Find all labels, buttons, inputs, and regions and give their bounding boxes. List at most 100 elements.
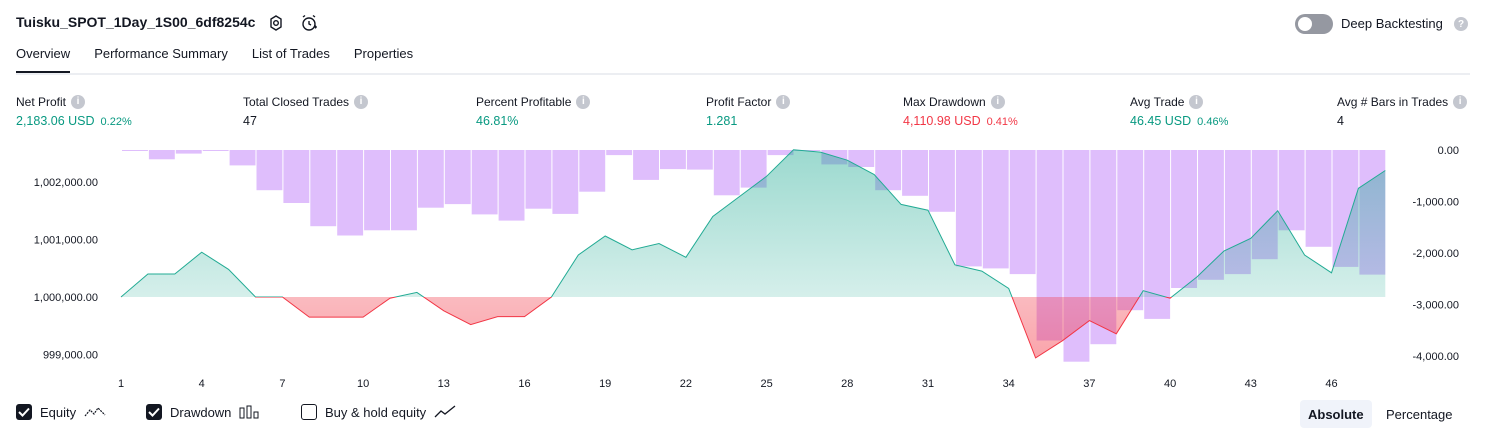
metric-label: Total Closed Trades bbox=[243, 94, 350, 109]
legend-equity[interactable]: Equity bbox=[16, 404, 106, 420]
drawdown-bar bbox=[364, 150, 390, 231]
drawdown-bar bbox=[202, 150, 229, 151]
x-axis-label: 46 bbox=[1325, 378, 1337, 390]
metric-profit-factor: Profit Factor i 1.281 bbox=[706, 94, 791, 128]
drawdown-bar bbox=[902, 150, 928, 196]
legend-buy-hold[interactable]: Buy & hold equity bbox=[301, 404, 456, 420]
y-axis-right-label: -1,000.00 bbox=[1413, 197, 1459, 209]
y-axis-right-label: -3,000.00 bbox=[1413, 300, 1459, 312]
x-axis-label: 1 bbox=[118, 378, 124, 390]
buy-hold-line-icon bbox=[434, 405, 456, 418]
metric-label: Profit Factor bbox=[706, 94, 772, 109]
drawdown-bar bbox=[444, 150, 471, 205]
drawdown-bar bbox=[606, 150, 633, 156]
metric-net-profit: Net Profit i 2,183.06 USD 0.22% bbox=[16, 94, 132, 128]
deep-backtesting-toggle[interactable] bbox=[1295, 14, 1333, 34]
buy-hold-checkbox[interactable] bbox=[301, 404, 317, 420]
equity-checkbox[interactable] bbox=[16, 404, 32, 420]
y-axis-left-label: 1,002,000.00 bbox=[34, 177, 98, 189]
drawdown-bar bbox=[660, 150, 686, 170]
metric-value: 4 bbox=[1337, 114, 1344, 128]
metric-value: 47 bbox=[243, 114, 257, 128]
drawdown-bar bbox=[1009, 150, 1036, 275]
x-axis-label: 19 bbox=[599, 378, 611, 390]
metric-percent-profitable: Percent Profitable i 46.81% bbox=[476, 94, 591, 128]
drawdown-checkbox[interactable] bbox=[146, 404, 162, 420]
x-axis-label: 7 bbox=[279, 378, 285, 390]
drawdown-bar bbox=[229, 150, 256, 166]
x-axis-label: 43 bbox=[1245, 378, 1257, 390]
metric-percent: 0.46% bbox=[1197, 116, 1229, 128]
metric-label: Avg # Bars in Trades bbox=[1337, 94, 1449, 109]
drawdown-bar bbox=[256, 150, 283, 191]
metric-max-drawdown: Max Drawdown i 4,110.98 USD 0.41% bbox=[903, 94, 1018, 128]
drawdown-bar bbox=[686, 150, 713, 170]
tab-overview[interactable]: Overview bbox=[16, 46, 71, 74]
x-axis-label: 22 bbox=[680, 378, 692, 390]
x-axis-label: 31 bbox=[922, 378, 934, 390]
tab-properties[interactable]: Properties bbox=[354, 46, 413, 74]
y-axis-left-label: 999,000.00 bbox=[43, 350, 98, 362]
help-icon[interactable]: ? bbox=[1454, 17, 1468, 31]
metric-value: 46.45 USD bbox=[1130, 114, 1192, 128]
x-axis-label: 28 bbox=[841, 378, 853, 390]
drawdown-bars-icon bbox=[239, 405, 259, 419]
x-axis-label: 37 bbox=[1083, 378, 1095, 390]
drawdown-bar bbox=[579, 150, 606, 192]
info-icon[interactable]: i bbox=[576, 94, 591, 109]
x-axis-label: 25 bbox=[760, 378, 772, 390]
strategy-title: Tuisku_SPOT_1Day_1S00_6df8254c bbox=[16, 14, 256, 30]
drawdown-bar bbox=[471, 150, 498, 215]
drawdown-bar bbox=[713, 150, 740, 196]
tab-bar: Overview Performance Summary List of Tra… bbox=[16, 46, 413, 74]
tab-list-of-trades[interactable]: List of Trades bbox=[252, 46, 330, 74]
drawdown-bar bbox=[122, 150, 148, 151]
metric-value: 46.81% bbox=[476, 114, 519, 128]
info-icon[interactable]: i bbox=[1453, 94, 1468, 109]
metric-label: Net Profit bbox=[16, 94, 67, 109]
legend-drawdown[interactable]: Drawdown bbox=[146, 404, 259, 420]
alert-clock-icon[interactable] bbox=[299, 13, 319, 33]
metric-percent: 0.41% bbox=[986, 116, 1018, 128]
x-axis-label: 10 bbox=[357, 378, 369, 390]
equity-label: Equity bbox=[40, 404, 77, 420]
drawdown-bar bbox=[1305, 150, 1332, 247]
x-axis-label: 13 bbox=[438, 378, 450, 390]
metric-label: Max Drawdown bbox=[903, 94, 986, 109]
info-icon[interactable]: i bbox=[1189, 94, 1204, 109]
drawdown-bar bbox=[525, 150, 552, 209]
x-axis-label: 40 bbox=[1164, 378, 1176, 390]
info-icon[interactable]: i bbox=[71, 94, 86, 109]
metric-value: 1.281 bbox=[706, 114, 738, 128]
metric-value: 4,110.98 USD bbox=[903, 114, 981, 128]
metric-total-closed-trades: Total Closed Trades i 47 bbox=[243, 94, 369, 128]
equity-line-icon bbox=[84, 407, 106, 417]
absolute-button[interactable]: Absolute bbox=[1300, 400, 1372, 428]
metric-avg-bars-in-trades: Avg # Bars in Trades i 4 bbox=[1337, 94, 1468, 128]
drawdown-bar bbox=[1171, 150, 1197, 288]
info-icon[interactable]: i bbox=[990, 94, 1005, 109]
info-icon[interactable]: i bbox=[776, 94, 791, 109]
y-axis-left-label: 1,000,000.00 bbox=[34, 292, 98, 304]
drawdown-bar bbox=[552, 150, 579, 214]
tab-performance-summary[interactable]: Performance Summary bbox=[94, 46, 228, 74]
y-axis-right-label: -2,000.00 bbox=[1413, 248, 1459, 260]
drawdown-bar bbox=[175, 150, 202, 154]
x-axis-label: 16 bbox=[518, 378, 530, 390]
info-icon[interactable]: i bbox=[354, 94, 369, 109]
equity-drawdown-chart: 1,002,000.00 1,001,000.00 1,000,000.00 999,… bbox=[34, 145, 1459, 390]
drawdown-bar bbox=[283, 150, 310, 203]
metric-avg-trade: Avg Trade i 46.45 USD 0.46% bbox=[1130, 94, 1228, 128]
percentage-button[interactable]: Percentage bbox=[1378, 400, 1461, 428]
drawdown-bar bbox=[955, 150, 982, 267]
y-axis-right-label: -4,000.00 bbox=[1413, 351, 1459, 363]
drawdown-label: Drawdown bbox=[170, 404, 232, 420]
buy-hold-label: Buy & hold equity bbox=[325, 404, 427, 420]
drawdown-bar bbox=[929, 150, 955, 212]
metric-label: Avg Trade bbox=[1130, 94, 1185, 109]
x-axis-label: 34 bbox=[1003, 378, 1015, 390]
settings-icon[interactable] bbox=[266, 13, 286, 33]
drawdown-bar bbox=[148, 150, 175, 160]
metric-value: 2,183.06 USD bbox=[16, 114, 95, 128]
drawdown-bar bbox=[633, 150, 659, 180]
